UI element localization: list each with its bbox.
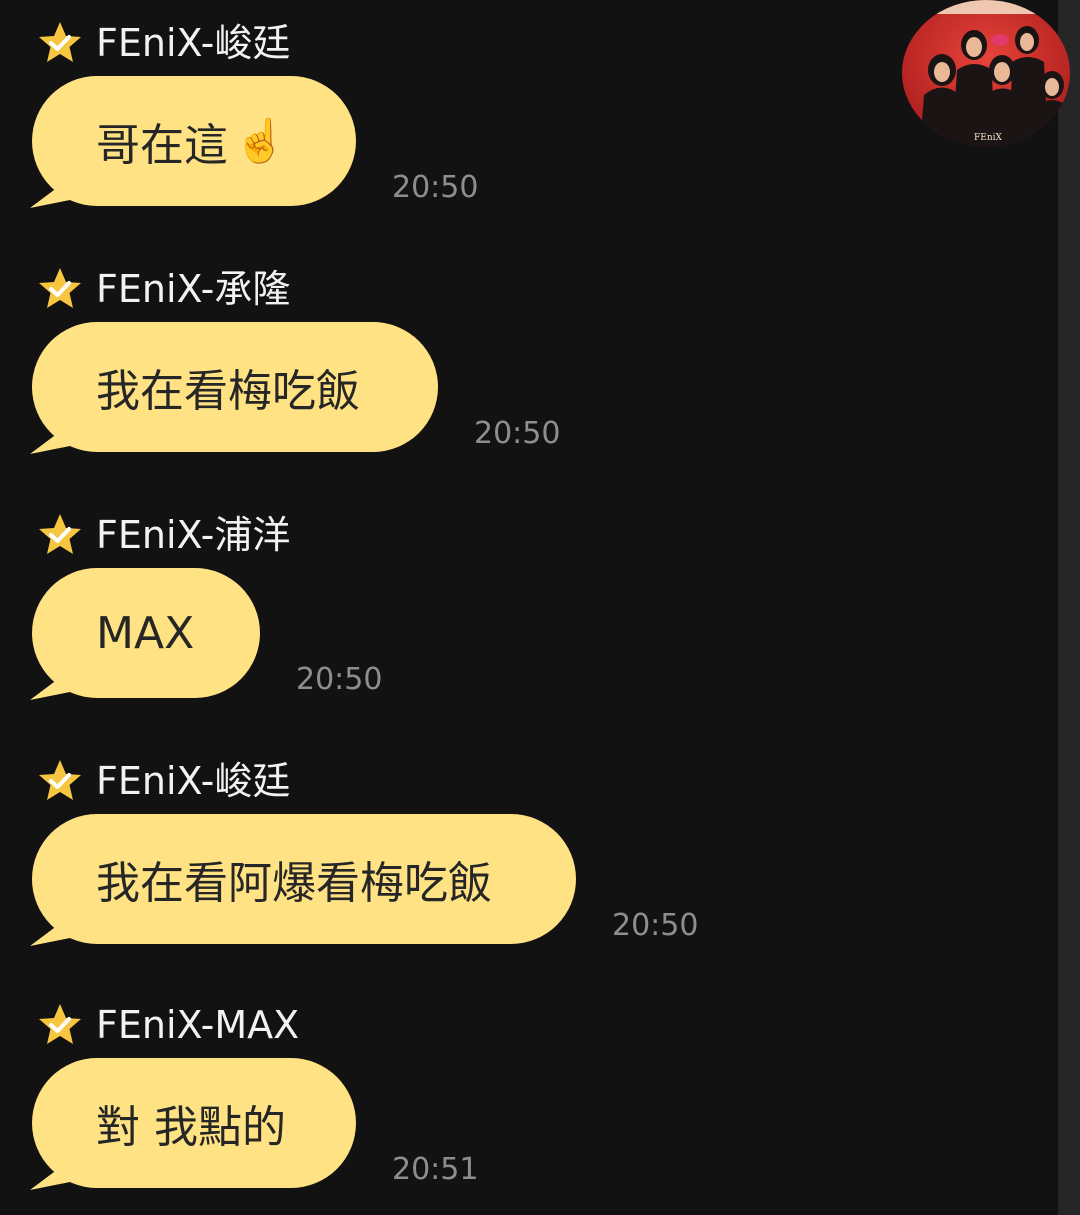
- sender-name: FEniX-峻廷: [96, 21, 291, 65]
- message-time: 20:51: [392, 1152, 479, 1187]
- scrollbar[interactable]: [1058, 0, 1080, 1215]
- star-check-icon: [39, 514, 81, 554]
- bubble-tail: [30, 1160, 70, 1190]
- message-bubble[interactable]: 對 我點的: [30, 1058, 356, 1190]
- star-check-icon: [39, 1004, 81, 1044]
- message-time: 20:50: [392, 170, 479, 205]
- sender-row: FEniX-MAX: [36, 1000, 299, 1050]
- message-bubble[interactable]: 哥在這 ☝️: [30, 76, 356, 208]
- message-time: 20:50: [612, 908, 699, 943]
- group-avatar-photo: FEniX: [902, 0, 1070, 146]
- bubble-tail: [30, 916, 70, 946]
- message-bubble[interactable]: MAX: [30, 568, 260, 700]
- bubble-tail: [30, 178, 70, 208]
- chat-screen: FEniX FEniX-峻廷 哥在這 ☝️ 20:50 FEniX-承隆 我在看…: [0, 0, 1080, 1215]
- star-check-icon: [39, 760, 81, 800]
- star-check-icon: [39, 22, 81, 62]
- sender-name: FEniX-MAX: [96, 1003, 300, 1047]
- sender-name: FEniX-浦洋: [96, 513, 291, 557]
- message-text: 對 我點的: [96, 1102, 286, 1153]
- sender-name: FEniX-峻廷: [96, 759, 291, 803]
- sender-row: FEniX-承隆: [36, 264, 290, 314]
- svg-text:FEniX: FEniX: [974, 133, 1002, 143]
- message-bubble[interactable]: 我在看阿爆看梅吃飯: [30, 814, 576, 946]
- sender-row: FEniX-浦洋: [36, 510, 290, 560]
- message-text: MAX: [96, 607, 195, 659]
- message-text: 我在看阿爆看梅吃飯: [96, 858, 492, 909]
- avatar[interactable]: FEniX: [902, 0, 1070, 146]
- sender-row: FEniX-峻廷: [36, 756, 290, 806]
- bubble-tail: [30, 670, 70, 700]
- message-text: 我在看梅吃飯: [96, 366, 360, 417]
- message-text: 哥在這: [96, 120, 228, 171]
- pointing-up-emoji-icon: ☝️: [234, 116, 287, 165]
- star-check-icon: [39, 268, 81, 308]
- message-time: 20:50: [296, 662, 383, 697]
- message-time: 20:50: [474, 416, 561, 451]
- message-bubble[interactable]: 我在看梅吃飯: [30, 322, 438, 454]
- sender-name: FEniX-承隆: [96, 267, 291, 311]
- sender-row: FEniX-峻廷: [36, 18, 290, 68]
- bubble-tail: [30, 424, 70, 454]
